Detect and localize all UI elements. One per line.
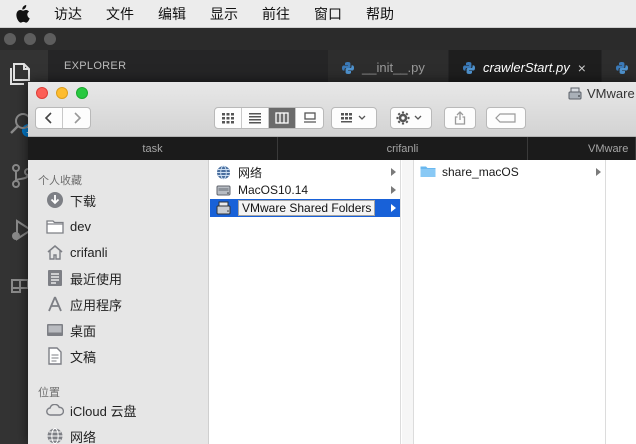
sidebar-item-label: 应用程序 xyxy=(70,297,123,313)
menu-file[interactable]: 文件 xyxy=(106,4,134,24)
column-view-button[interactable] xyxy=(269,108,296,128)
tab-partial[interactable]: i xyxy=(602,50,636,85)
sidebar-item-applications[interactable]: 应用程序 xyxy=(46,293,122,315)
python-file-icon xyxy=(463,61,475,74)
download-icon xyxy=(46,191,64,209)
sidebar-item-label: 网络 xyxy=(70,429,97,444)
menu-help[interactable]: 帮助 xyxy=(366,4,394,24)
sidebar-item-label: crifanli xyxy=(70,244,108,260)
favorites-header: 个人收藏 xyxy=(38,175,82,187)
sidebar-item-icloud[interactable]: iCloud 云盘 xyxy=(46,399,136,421)
folder-icon xyxy=(46,217,64,235)
gallery-view-button[interactable] xyxy=(296,108,323,128)
shared-disk-icon xyxy=(568,87,582,101)
share-button[interactable] xyxy=(444,107,476,129)
recents-icon xyxy=(46,269,64,287)
vscode-minimize-button[interactable] xyxy=(24,33,36,45)
action-menu-button[interactable] xyxy=(390,107,432,129)
window-title: VMware xyxy=(568,86,635,101)
navigation-buttons xyxy=(35,107,91,129)
list-item-label: 网络 xyxy=(238,165,263,180)
home-icon xyxy=(46,243,64,261)
python-file-icon xyxy=(342,61,354,74)
apple-logo-icon[interactable] xyxy=(14,4,32,23)
tag-icon xyxy=(495,113,517,123)
group-by-button[interactable] xyxy=(331,107,377,129)
list-item-network[interactable]: 网络 xyxy=(210,163,400,181)
tab-label: crawlerStart.py xyxy=(483,60,570,75)
forward-button[interactable] xyxy=(63,108,90,128)
shared-disk-icon xyxy=(216,201,232,215)
gear-icon xyxy=(396,111,426,125)
menu-finder[interactable]: 访达 xyxy=(54,4,82,24)
menu-go[interactable]: 前往 xyxy=(262,4,290,24)
sidebar-item-crifanli[interactable]: crifanli xyxy=(46,241,108,263)
tags-button[interactable] xyxy=(486,107,526,129)
list-item-vmware-shared-folders[interactable]: VMware Shared Folders xyxy=(210,199,400,217)
sidebar-item-label: 最近使用 xyxy=(70,271,123,287)
zoom-button[interactable] xyxy=(76,87,88,99)
icon-view-button[interactable] xyxy=(215,108,242,128)
list-view-button[interactable] xyxy=(242,108,269,128)
locations-header: 位置 xyxy=(38,387,60,399)
sidebar-item-desktop[interactable]: 桌面 xyxy=(46,319,96,341)
sidebar-item-label: 文稿 xyxy=(70,349,97,365)
close-button[interactable] xyxy=(36,87,48,99)
sidebar-item-documents[interactable]: 文稿 xyxy=(46,345,96,367)
sidebar-item-label: 下载 xyxy=(70,193,97,209)
finder-tab-strip: task crifanli VMware xyxy=(28,137,636,160)
network-icon xyxy=(216,165,232,180)
back-button[interactable] xyxy=(36,108,63,128)
list-item-macos-disk[interactable]: MacOS10.14 xyxy=(210,181,400,199)
finder-tab-task[interactable]: task xyxy=(28,137,278,160)
finder-toolbar: VMware xyxy=(28,82,636,137)
vscode-titlebar xyxy=(0,28,636,50)
sidebar-item-label: dev xyxy=(70,218,91,234)
explorer-title: EXPLORER xyxy=(64,60,127,72)
finder-sidebar: 个人收藏 下载 dev crifanli 最近使用 应用程序 桌面 文稿 位置 … xyxy=(28,160,209,444)
sidebar-item-label: 桌面 xyxy=(70,323,97,339)
vscode-zoom-button[interactable] xyxy=(44,33,56,45)
menu-edit[interactable]: 编辑 xyxy=(158,4,186,24)
vscode-close-button[interactable] xyxy=(4,33,16,45)
macos-menubar: 访达 文件 编辑 显示 前往 窗口 帮助 xyxy=(0,0,636,28)
menu-view[interactable]: 显示 xyxy=(210,4,238,24)
applications-icon xyxy=(46,295,64,313)
menu-window[interactable]: 窗口 xyxy=(314,4,342,24)
list-item-share-macos[interactable]: share_macOS xyxy=(414,163,605,181)
sidebar-item-label: iCloud 云盘 xyxy=(70,403,137,419)
share-icon xyxy=(454,111,466,125)
documents-icon xyxy=(46,347,64,365)
sidebar-item-recents[interactable]: 最近使用 xyxy=(46,267,122,289)
item-name-tooltip: VMware Shared Folders xyxy=(238,200,376,216)
desktop-icon xyxy=(46,321,64,339)
folder-icon xyxy=(420,165,436,179)
sidebar-item-dev[interactable]: dev xyxy=(46,215,91,237)
finder-tab-vmware[interactable]: VMware xyxy=(528,137,636,160)
network-icon xyxy=(46,427,64,444)
window-title-text: VMware xyxy=(587,86,635,101)
tab-label: __init__.py xyxy=(362,60,425,75)
chevron-right-icon xyxy=(391,168,396,176)
chevron-right-icon xyxy=(596,168,601,176)
sidebar-item-network[interactable]: 网络 xyxy=(46,425,96,444)
browser-column-1: 网络 MacOS10.14 VMware Shared Folders xyxy=(210,160,401,444)
tab-crawlerstart-py[interactable]: crawlerStart.py × xyxy=(449,50,601,85)
python-file-icon xyxy=(616,61,628,74)
chevron-right-icon xyxy=(391,204,396,212)
chevron-right-icon xyxy=(391,186,396,194)
view-mode-selector xyxy=(214,107,324,129)
minimize-button[interactable] xyxy=(56,87,68,99)
disk-icon xyxy=(216,183,232,197)
tab-init-py[interactable]: __init__.py xyxy=(328,50,448,85)
list-item-label: MacOS10.14 xyxy=(238,183,309,197)
finder-tab-crifanli[interactable]: crifanli xyxy=(278,137,528,160)
sidebar-item-downloads[interactable]: 下载 xyxy=(46,189,96,211)
cloud-icon xyxy=(46,401,64,419)
column-divider[interactable] xyxy=(402,160,414,444)
tab-close-button[interactable]: × xyxy=(578,60,586,76)
finder-window: VMware task crifanli VMware 个人收藏 下载 dev … xyxy=(28,82,636,444)
list-item-label: share_macOS xyxy=(442,165,519,179)
browser-column-2: share_macOS xyxy=(414,160,606,444)
